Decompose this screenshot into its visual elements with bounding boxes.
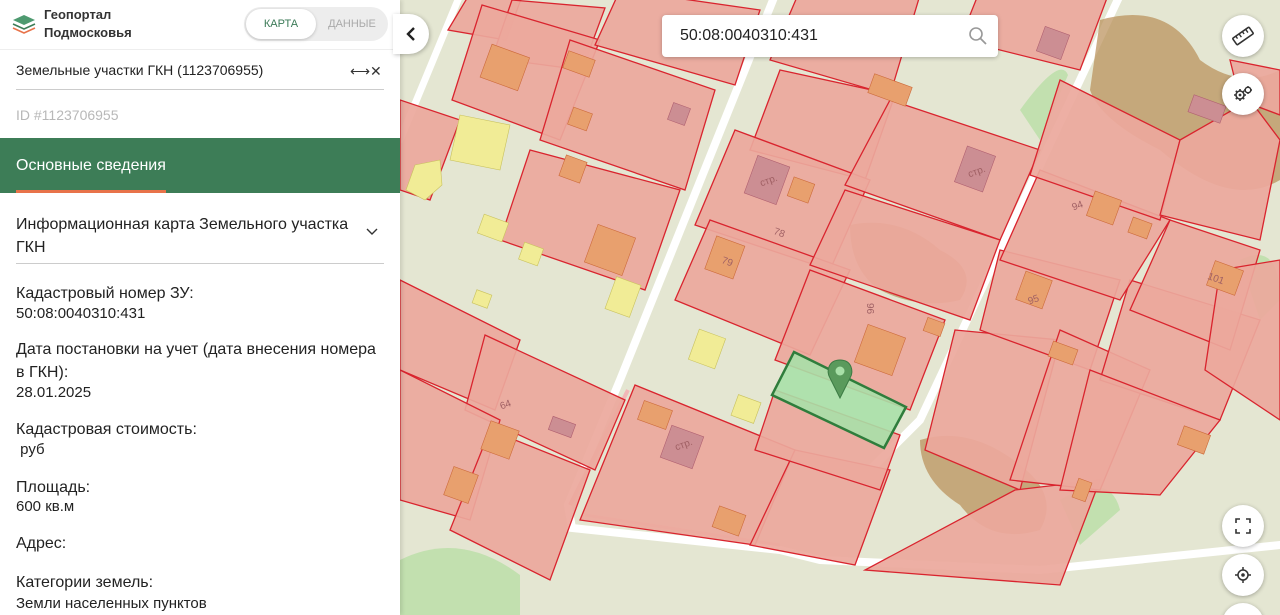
- cadastral-value-label: Кадастровая стоимость:: [16, 421, 197, 438]
- registration-date-label: Дата постановки на учет (дата внесения н…: [16, 341, 376, 381]
- layer-title: Земельные участки ГКН (1123706955): [16, 62, 264, 78]
- chevron-down-icon[interactable]: [366, 228, 378, 236]
- data-mode-button[interactable]: ДАННЫЕ: [318, 9, 386, 39]
- accordion-title[interactable]: Информационная карта Земельного участка …: [16, 213, 361, 259]
- app-name: Геопортал Подмосковья: [44, 7, 132, 40]
- close-icon[interactable]: ✕: [370, 62, 382, 80]
- divider: [16, 263, 384, 264]
- gears-icon: [1234, 86, 1252, 101]
- land-category-label: Категории земель:: [16, 574, 154, 591]
- fullscreen-button[interactable]: [1222, 505, 1264, 547]
- area-value: 600 кв.м: [16, 498, 75, 515]
- sidebar: Геопортал Подмосковья КАРТА ДАННЫЕ Земел…: [0, 0, 400, 615]
- chevron-left-icon: [406, 27, 415, 41]
- search-icon[interactable]: [968, 26, 988, 51]
- mode-toggle: КАРТА ДАННЫЕ: [244, 7, 388, 41]
- map-canvas[interactable]: стр. стр. 78 79 96 95 94 101 64 стр.: [400, 0, 1280, 615]
- layers-icon: [12, 15, 36, 34]
- section-tab-main[interactable]: Основные сведения: [0, 138, 400, 193]
- resize-icon[interactable]: ⟷: [350, 62, 370, 80]
- search-bar: [662, 15, 998, 57]
- crosshair-icon: [1235, 567, 1251, 583]
- section-active-indicator: [16, 190, 166, 193]
- ruler-icon: [1232, 26, 1254, 46]
- brand[interactable]: Геопортал Подмосковья: [12, 6, 132, 42]
- parcel-label: 96: [864, 303, 875, 315]
- section-title: Основные сведения: [16, 157, 166, 174]
- land-category-value: Земли населенных пунктов: [16, 595, 207, 612]
- divider: [0, 49, 400, 50]
- settings-button[interactable]: [1222, 73, 1264, 115]
- object-id: ID #1123706955: [16, 107, 119, 123]
- map-mode-button[interactable]: КАРТА: [246, 9, 316, 39]
- cadastral-number-label: Кадастровый номер ЗУ:: [16, 285, 194, 302]
- ruler-button[interactable]: [1222, 15, 1264, 57]
- fullscreen-icon: [1235, 518, 1251, 534]
- locate-button[interactable]: [1222, 554, 1264, 596]
- cadastral-number-value: 50:08:0040310:431: [16, 305, 146, 322]
- area-label: Площадь:: [16, 479, 91, 496]
- search-input[interactable]: [680, 25, 950, 47]
- address-label: Адрес:: [16, 535, 67, 552]
- divider: [16, 89, 384, 90]
- cadastral-value-value: руб: [16, 441, 45, 458]
- registration-date-value: 28.01.2025: [16, 384, 92, 401]
- map-view[interactable]: стр. стр. 78 79 96 95 94 101 64 стр.: [400, 0, 1280, 615]
